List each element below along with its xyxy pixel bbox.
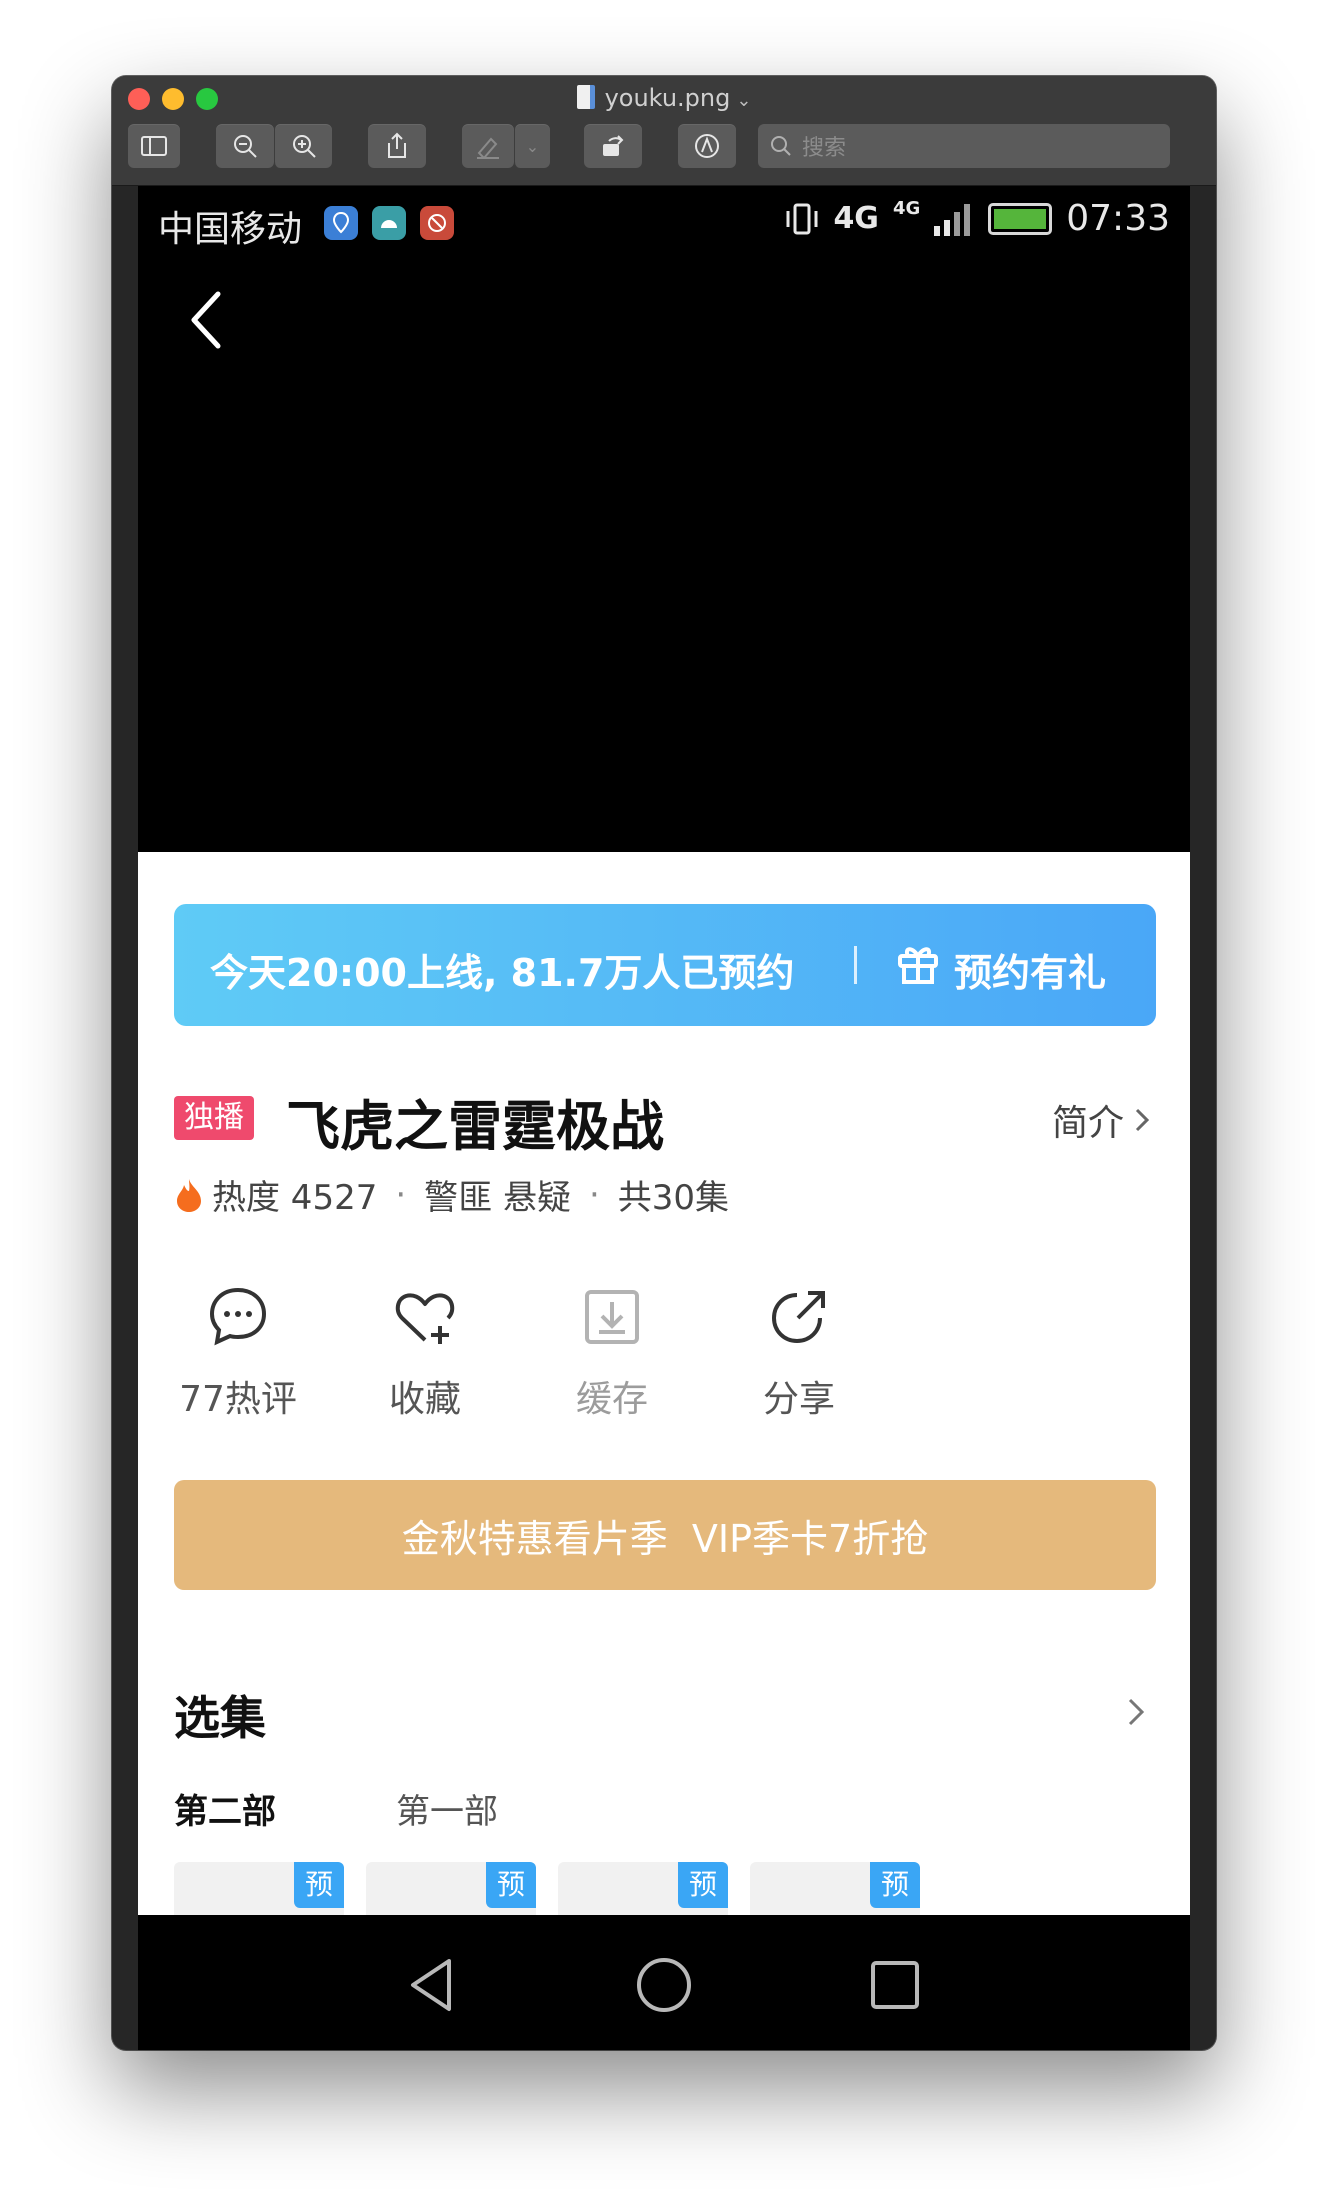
episodes-heading: 选集 <box>174 1691 266 1745</box>
network-type-small: 4G <box>892 198 921 219</box>
tool-app-icon <box>420 206 454 240</box>
download-button[interactable]: 缓存 <box>512 1282 712 1422</box>
rotate-button[interactable] <box>584 124 642 168</box>
search-icon <box>771 136 791 156</box>
download-icon <box>585 1290 639 1344</box>
meta-separator: · <box>395 1174 407 1215</box>
image-file-icon <box>576 85 595 109</box>
comments-label: 77热评 <box>179 1379 297 1420</box>
share-label: 分享 <box>762 1379 835 1420</box>
episode-count: 共30集 <box>617 1178 730 1218</box>
episode-card[interactable]: 预 <box>558 1862 728 1915</box>
episode-list: 预 预 预 预 <box>174 1862 1174 1915</box>
clock: 07:33 <box>1066 198 1170 239</box>
preview-badge: 预 <box>486 1862 536 1908</box>
chevron-down-icon: ⌄ <box>525 136 540 156</box>
favorite-label: 收藏 <box>388 1379 461 1420</box>
notification-icons <box>324 206 454 240</box>
location-app-icon <box>324 206 358 240</box>
nav-back-icon[interactable] <box>403 1955 463 2015</box>
comment-icon <box>209 1287 267 1346</box>
show-meta: 热度 4527 · 警匪 悬疑 · 共30集 <box>174 1170 729 1219</box>
preview-badge: 预 <box>870 1862 920 1908</box>
genres: 警匪 悬疑 <box>424 1178 571 1218</box>
nav-home-icon[interactable] <box>634 1955 694 2015</box>
comments-button[interactable]: 77热评 <box>138 1282 338 1422</box>
status-bar: 中国移动 4G 4G 07:33 <box>138 186 1190 266</box>
android-nav-bar <box>138 1915 1190 2050</box>
nav-recents-icon[interactable] <box>865 1955 925 2015</box>
vip-promo-text: 金秋特惠看片季 VIP季卡7折抢 <box>401 1516 929 1561</box>
vibrate-icon <box>786 203 818 234</box>
episode-card[interactable]: 预 <box>174 1862 344 1915</box>
reservation-gift-label: 预约有礼 <box>954 951 1107 995</box>
reservation-text: 今天20:00上线, 81.7万人已预约 <box>210 951 795 995</box>
vip-promo-banner[interactable]: 金秋特惠看片季 VIP季卡7折抢 <box>174 1480 1156 1590</box>
tab-season-1[interactable]: 第一部 <box>396 1784 498 1833</box>
annotate-button[interactable] <box>678 124 736 168</box>
show-title: 飞虎之雷霆极战 <box>286 1095 664 1158</box>
zoom-out-icon <box>234 135 257 158</box>
share-box-icon <box>388 132 406 158</box>
markup-icon <box>695 134 719 158</box>
flame-icon <box>177 1178 201 1212</box>
reservation-banner[interactable]: 今天20:00上线, 81.7万人已预约 预约有礼 <box>174 904 1156 1026</box>
meta-separator: · <box>588 1174 600 1215</box>
markup-menu-button[interactable]: ⌄ <box>514 124 550 168</box>
gift-icon <box>898 947 938 984</box>
tab-season-2[interactable]: 第二部 <box>174 1784 276 1833</box>
highlighter-icon <box>477 137 499 159</box>
season-tabs: 第二部 第一部 <box>174 1784 498 1833</box>
signal-icon <box>934 203 971 236</box>
carrier-name: 中国移动 <box>158 209 303 250</box>
heat-value: 热度 4527 <box>212 1178 378 1218</box>
banner-divider <box>854 946 857 984</box>
sidebar-icon <box>141 136 167 156</box>
share-button[interactable]: 分享 <box>699 1282 899 1422</box>
preview-badge: 预 <box>678 1862 728 1908</box>
download-label: 缓存 <box>575 1379 648 1420</box>
markup-pen-button[interactable] <box>462 124 514 168</box>
network-type: 4G <box>833 201 879 236</box>
search-field[interactable]: 搜索 <box>758 124 1170 168</box>
action-bar: 77热评 收藏 缓存 分享 <box>138 1282 1190 1422</box>
battery-icon <box>988 202 1053 235</box>
zoom-out-button[interactable] <box>216 124 274 168</box>
window-titlebar: youku.png ⌄ ⌄ 搜索 <box>112 76 1216 186</box>
document-title[interactable]: youku.png ⌄ <box>112 84 1216 112</box>
android-app-icon <box>372 206 406 240</box>
zoom-in-icon <box>292 135 316 158</box>
sidebar-toggle-button[interactable] <box>128 124 180 168</box>
episode-card[interactable]: 预 <box>750 1862 920 1915</box>
chevron-right-icon <box>1135 1108 1150 1132</box>
favorite-button[interactable]: 收藏 <box>325 1282 525 1422</box>
share-icon <box>771 1291 825 1344</box>
phone-screen: 中国移动 4G 4G 07:33 今天20:00上线, 81.7万人已预约 预约… <box>138 186 1190 2050</box>
search-placeholder: 搜索 <box>802 136 847 161</box>
zoom-in-button[interactable] <box>274 124 332 168</box>
episode-card[interactable]: 预 <box>366 1862 536 1915</box>
preview-window: youku.png ⌄ ⌄ 搜索 中国移动 4G 4G 07:33 今天20:0… <box>112 76 1216 2050</box>
favorite-add-icon <box>395 1293 455 1344</box>
chevron-right-icon[interactable] <box>1124 1692 1150 1732</box>
detail-panel: 今天20:00上线, 81.7万人已预约 预约有礼 独播 飞虎之雷霆极战 简介 … <box>138 852 1190 1915</box>
toolbar: ⌄ 搜索 <box>128 124 1208 168</box>
intro-label: 简介 <box>1051 1103 1124 1144</box>
rotate-icon <box>603 135 624 156</box>
title-row: 独播 飞虎之雷霆极战 简介 <box>174 1082 1156 1158</box>
exclusive-badge: 独播 <box>174 1096 254 1140</box>
share-file-button[interactable] <box>368 124 426 168</box>
chevron-down-icon: ⌄ <box>736 90 752 111</box>
back-icon[interactable] <box>188 290 228 350</box>
intro-link[interactable]: 简介 <box>1052 1094 1150 1146</box>
file-name: youku.png <box>604 84 731 112</box>
preview-badge: 预 <box>294 1862 344 1908</box>
status-right: 4G 4G 07:33 <box>785 198 1170 239</box>
